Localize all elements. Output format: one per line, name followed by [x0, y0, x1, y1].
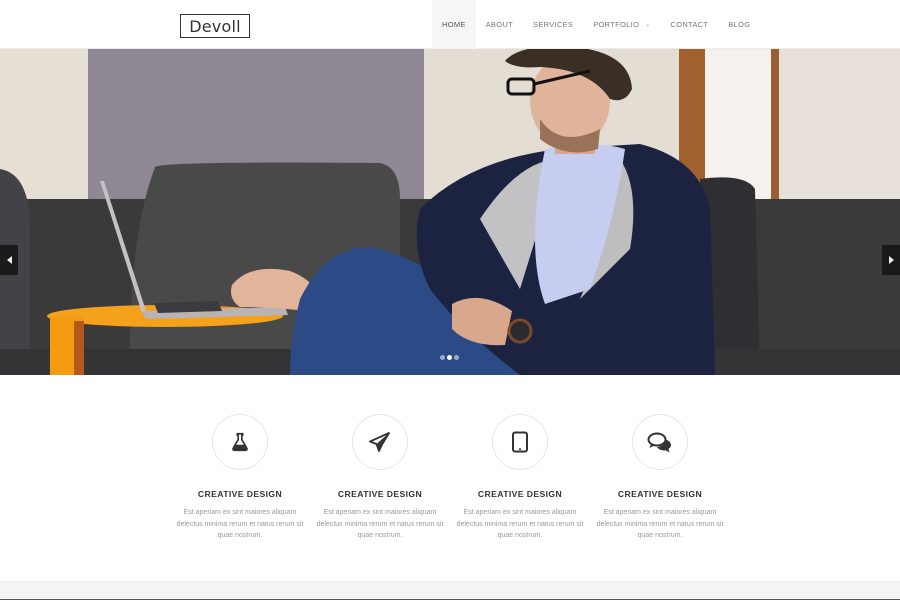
slider-dot-1[interactable] — [440, 355, 445, 360]
triangle-right-icon — [888, 256, 894, 264]
paper-plane-icon — [369, 432, 390, 452]
side-table-leg-shadow — [74, 321, 84, 375]
slider-dot-3[interactable] — [454, 355, 459, 360]
feature-title: CREATIVE DESIGN — [617, 489, 703, 499]
feature-card: CREATIVE DESIGN Est aperiam ex sint maio… — [450, 414, 590, 542]
feature-title: CREATIVE DESIGN — [477, 489, 563, 499]
feature-card: CREATIVE DESIGN Est aperiam ex sint maio… — [590, 414, 730, 542]
feature-icon-circle — [492, 414, 548, 470]
site-header: Devoll HOME ABOUT SERVICES PORTFOLIO ⌄ CO… — [0, 0, 900, 49]
main-nav: HOME ABOUT SERVICES PORTFOLIO ⌄ CONTACT B… — [432, 0, 760, 49]
hero-image — [0, 49, 900, 375]
nav-item-services[interactable]: SERVICES — [523, 0, 583, 49]
window-light — [705, 49, 771, 199]
nav-label: HOME — [442, 20, 466, 29]
feature-icon-circle — [352, 414, 408, 470]
wristwatch — [507, 318, 533, 344]
feature-title: CREATIVE DESIGN — [197, 489, 283, 499]
nav-label: CONTACT — [670, 20, 709, 29]
laptop-keyboard — [154, 301, 222, 313]
slider-pagination — [440, 355, 459, 360]
feature-icon-circle — [212, 414, 268, 470]
feature-description: Est aperiam ex sint maiores aliquam dele… — [316, 509, 444, 539]
site-logo[interactable]: Devoll — [180, 14, 250, 38]
nav-label: ABOUT — [485, 20, 514, 29]
nav-label: PORTFOLIO — [593, 20, 640, 29]
feature-card: CREATIVE DESIGN Est aperiam ex sint maio… — [170, 414, 310, 542]
hero-slider — [0, 49, 900, 375]
flask-icon — [232, 432, 248, 452]
nav-label: SERVICES — [533, 20, 574, 29]
feature-description: Est aperiam ex sint maiores aliquam dele… — [176, 509, 304, 539]
footer-band — [0, 581, 900, 600]
door-frame-right — [771, 49, 779, 199]
nav-item-home[interactable]: HOME — [432, 0, 476, 49]
chevron-down-icon: ⌄ — [645, 22, 651, 28]
feature-description: Est aperiam ex sint maiores aliquam dele… — [456, 509, 584, 539]
feature-card: CREATIVE DESIGN Est aperiam ex sint maio… — [310, 414, 450, 542]
slider-prev-button[interactable] — [0, 245, 18, 275]
wall-far-right — [779, 49, 900, 199]
feature-icon-circle — [632, 414, 688, 470]
feature-description: Est aperiam ex sint maiores aliquam dele… — [596, 509, 724, 539]
nav-item-blog[interactable]: BLOG — [718, 0, 760, 49]
nav-item-contact[interactable]: CONTACT — [660, 0, 718, 49]
chat-bubbles-icon — [647, 432, 671, 453]
triangle-left-icon — [6, 256, 12, 264]
nav-item-portfolio[interactable]: PORTFOLIO ⌄ — [583, 0, 660, 49]
nav-item-about[interactable]: ABOUT — [476, 0, 523, 49]
features-section: CREATIVE DESIGN Est aperiam ex sint maio… — [170, 414, 730, 542]
nav-label: BLOG — [728, 20, 751, 29]
tablet-icon — [512, 431, 528, 453]
slider-dot-2[interactable] — [447, 355, 452, 360]
slider-next-button[interactable] — [882, 245, 900, 275]
feature-title: CREATIVE DESIGN — [337, 489, 423, 499]
